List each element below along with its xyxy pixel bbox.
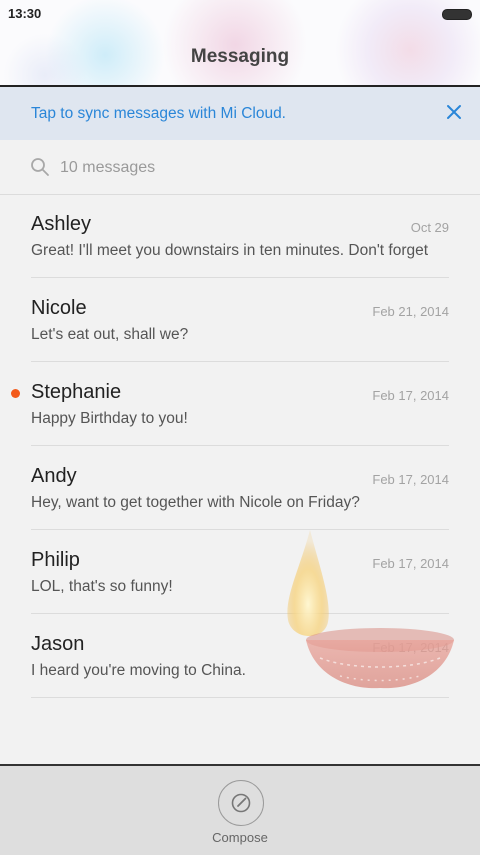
- message-date: Feb 17, 2014: [372, 388, 449, 403]
- search-icon: [31, 158, 49, 176]
- message-date: Feb 17, 2014: [372, 556, 449, 571]
- search-input[interactable]: [58, 154, 442, 182]
- conversation-row[interactable]: Jason Feb 17, 2014 I heard you're moving…: [31, 614, 449, 698]
- conversation-list: Ashley Oct 29 Great! I'll meet you downs…: [0, 194, 480, 698]
- message-preview: Great! I'll meet you downstairs in ten m…: [31, 242, 429, 259]
- conversation-row[interactable]: Andy Feb 17, 2014 Hey, want to get toget…: [31, 446, 449, 530]
- search-bar[interactable]: [0, 140, 480, 195]
- message-date: Oct 29: [410, 220, 449, 235]
- contact-name: Nicole: [31, 297, 87, 319]
- conversation-row[interactable]: Nicole Feb 21, 2014 Let's eat out, shall…: [31, 278, 449, 362]
- sync-banner-text[interactable]: Tap to sync messages with Mi Cloud.: [31, 105, 286, 123]
- message-preview: LOL, that's so funny!: [31, 578, 173, 595]
- contact-name: Jason: [31, 633, 85, 655]
- message-date: Feb 17, 2014: [372, 472, 449, 487]
- message-preview: Hey, want to get together with Nicole on…: [31, 494, 360, 511]
- conversation-row[interactable]: Stephanie Feb 17, 2014 Happy Birthday to…: [11, 362, 449, 446]
- message-preview: Let's eat out, shall we?: [31, 326, 189, 343]
- message-date: Feb 17, 2014: [372, 640, 449, 655]
- compose-icon: [231, 793, 251, 813]
- firework-decoration: [160, 0, 310, 85]
- battery-icon: [442, 9, 472, 20]
- header: 13:30 Messaging: [0, 0, 480, 87]
- status-time: 13:30: [8, 6, 42, 21]
- contact-name: Andy: [31, 465, 77, 487]
- message-date: Feb 21, 2014: [372, 304, 449, 319]
- compose-button[interactable]: [218, 780, 264, 826]
- message-preview: I heard you're moving to China.: [31, 662, 246, 679]
- close-icon[interactable]: [442, 100, 466, 124]
- contact-name: Philip: [31, 549, 80, 571]
- sync-banner[interactable]: Tap to sync messages with Mi Cloud.: [0, 87, 480, 140]
- conversation-row[interactable]: Ashley Oct 29 Great! I'll meet you downs…: [31, 194, 449, 278]
- message-preview: Happy Birthday to you!: [31, 410, 188, 427]
- contact-name: Ashley: [31, 213, 92, 235]
- compose-label[interactable]: Compose: [0, 830, 480, 845]
- contact-name: Stephanie: [31, 381, 122, 403]
- bottom-bar: Compose: [0, 764, 480, 855]
- conversation-row[interactable]: Philip Feb 17, 2014 LOL, that's so funny…: [31, 530, 449, 614]
- page-title: Messaging: [190, 46, 290, 67]
- unread-indicator: [11, 389, 20, 398]
